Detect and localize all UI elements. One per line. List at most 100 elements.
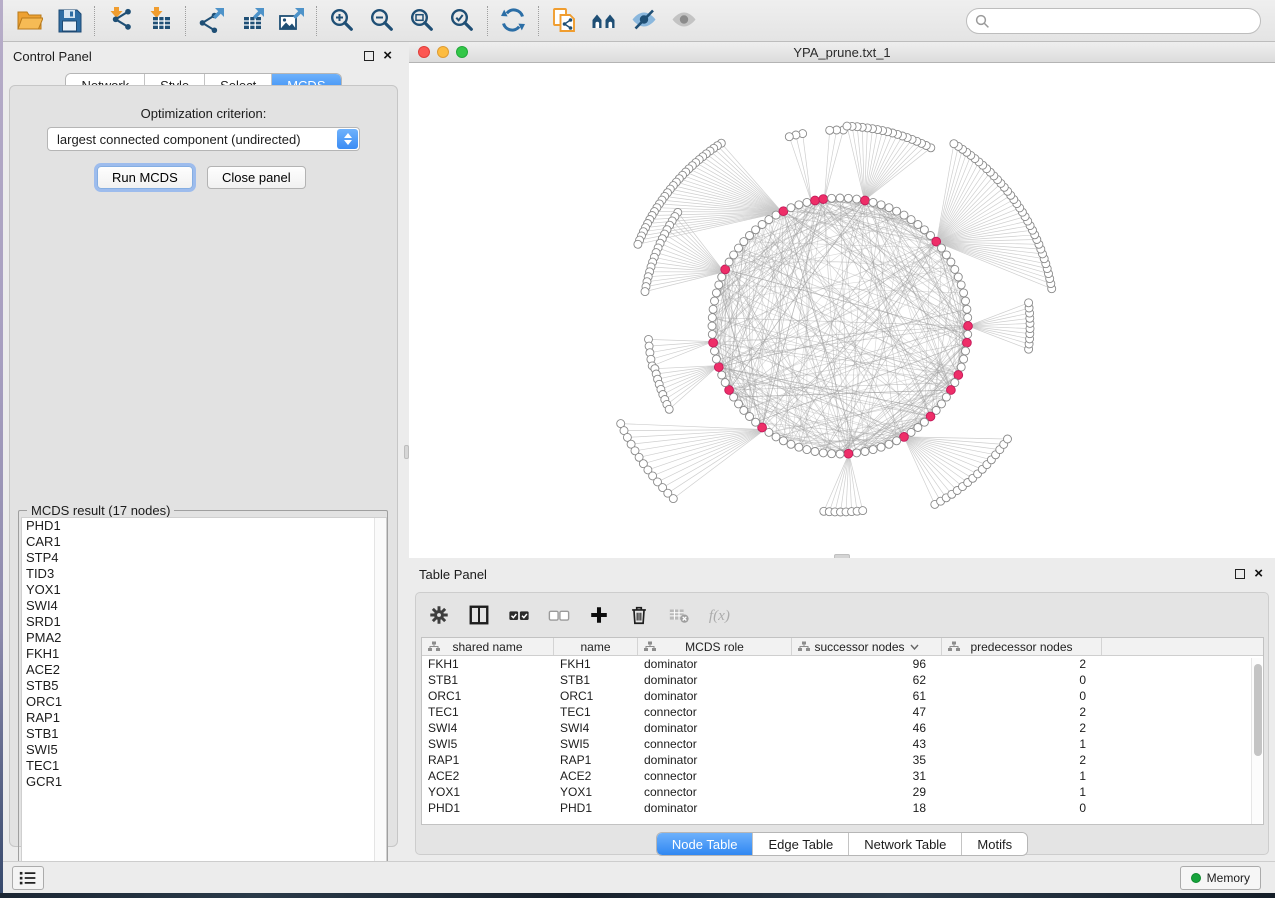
zoom-fit-button[interactable] xyxy=(402,3,442,39)
sort-descending-icon xyxy=(910,644,919,650)
columns-button[interactable] xyxy=(464,601,494,629)
toolbar-separator xyxy=(94,6,95,36)
delete-row-trash-icon xyxy=(628,604,650,626)
network-node xyxy=(709,305,717,313)
table-row[interactable]: STB1STB1dominator620 xyxy=(422,672,1263,688)
mcds-result-item[interactable]: SRD1 xyxy=(22,614,386,630)
mcds-result-item[interactable]: FKH1 xyxy=(22,646,386,662)
add-row-plus-button[interactable] xyxy=(584,601,614,629)
column-label: MCDS role xyxy=(685,640,744,654)
export-network-button[interactable] xyxy=(191,3,231,39)
select-all-checkboxes-button[interactable] xyxy=(504,601,534,629)
column-header-shared-name[interactable]: shared name xyxy=(422,638,554,655)
table-row[interactable]: FKH1FKH1dominator962 xyxy=(422,656,1263,672)
close-panel-button[interactable]: Close panel xyxy=(207,166,306,189)
show-all-eye-icon xyxy=(671,7,698,34)
network-node xyxy=(947,258,955,266)
network-node xyxy=(962,297,970,305)
mcds-result-item[interactable]: TID3 xyxy=(22,566,386,582)
cell-predecessor-nodes: 0 xyxy=(942,672,1102,688)
mcds-list-scrollbar[interactable] xyxy=(374,518,386,879)
table-scrollbar-thumb[interactable] xyxy=(1254,664,1262,756)
export-image-button[interactable] xyxy=(271,3,311,39)
float-window-icon[interactable] xyxy=(1235,569,1245,579)
import-network-button[interactable] xyxy=(100,3,140,39)
table-row[interactable]: SWI5SWI5connector431 xyxy=(422,736,1263,752)
table-header-row: shared namename MCDS role successor nodesp… xyxy=(422,638,1263,656)
mcds-result-item[interactable]: YOX1 xyxy=(22,582,386,598)
mcds-result-item[interactable]: SWI5 xyxy=(22,742,386,758)
column-header-predecessor-nodes[interactable]: predecessor nodes xyxy=(942,638,1102,655)
network-node xyxy=(708,322,716,330)
open-folder-button[interactable] xyxy=(9,3,49,39)
task-history-button[interactable] xyxy=(12,866,44,890)
mcds-result-item[interactable]: SWI4 xyxy=(22,598,386,614)
optimization-criterion-select[interactable]: largest connected component (undirected) xyxy=(47,127,360,151)
zoom-out-button[interactable] xyxy=(362,3,402,39)
table-row[interactable]: YOX1YOX1connector291 xyxy=(422,784,1263,800)
zoom-selected-button[interactable] xyxy=(442,3,482,39)
mcds-result-item[interactable]: PMA2 xyxy=(22,630,386,646)
mcds-result-item[interactable]: STB1 xyxy=(22,726,386,742)
network-node xyxy=(730,251,738,259)
tab-edge-table[interactable]: Edge Table xyxy=(753,833,849,855)
search-input[interactable] xyxy=(966,8,1261,34)
clear-selection-checkboxes-button[interactable] xyxy=(544,601,574,629)
gear-button[interactable] xyxy=(424,601,454,629)
memory-button[interactable]: Memory xyxy=(1180,866,1261,890)
column-header-MCDS-role[interactable]: MCDS role xyxy=(638,638,792,655)
network-node xyxy=(861,448,869,456)
table-panel: Table Panel × f(x) shared namenameMCDS r… xyxy=(409,558,1275,861)
network-node xyxy=(836,194,844,202)
mcds-result-group-title: MCDS result (17 nodes) xyxy=(27,503,174,518)
mcds-result-item[interactable]: STB5 xyxy=(22,678,386,694)
run-mcds-button[interactable]: Run MCDS xyxy=(97,166,193,189)
mcds-result-item[interactable]: TEC1 xyxy=(22,758,386,774)
save-button[interactable] xyxy=(49,3,89,39)
mcds-result-item[interactable]: PHD1 xyxy=(22,518,386,534)
duplicate-network-button[interactable] xyxy=(544,3,584,39)
network-node xyxy=(758,221,766,229)
float-window-icon[interactable] xyxy=(364,51,374,61)
show-all-eye-button[interactable] xyxy=(664,3,704,39)
binoculars-button[interactable] xyxy=(584,3,624,39)
zoom-in-button[interactable] xyxy=(322,3,362,39)
network-node xyxy=(765,216,773,224)
table-row[interactable]: SWI4SWI4dominator462 xyxy=(422,720,1263,736)
mcds-result-item[interactable]: ACE2 xyxy=(22,662,386,678)
cell-predecessor-nodes: 0 xyxy=(942,800,1102,816)
tab-network-table[interactable]: Network Table xyxy=(849,833,962,855)
network-node xyxy=(964,314,972,322)
column-header-name[interactable]: name xyxy=(554,638,638,655)
mcds-result-item[interactable]: RAP1 xyxy=(22,710,386,726)
network-node xyxy=(708,330,716,338)
cell-name: FKH1 xyxy=(554,656,638,672)
export-table-button[interactable] xyxy=(231,3,271,39)
close-panel-icon[interactable]: × xyxy=(1254,569,1263,579)
table-row[interactable]: RAP1RAP1dominator352 xyxy=(422,752,1263,768)
table-scrollbar[interactable] xyxy=(1251,658,1262,824)
network-node xyxy=(957,363,965,371)
mcds-result-item[interactable]: STP4 xyxy=(22,550,386,566)
table-row[interactable]: ORC1ORC1dominator610 xyxy=(422,688,1263,704)
table-row[interactable]: ACE2ACE2connector311 xyxy=(422,768,1263,784)
network-node xyxy=(718,371,726,379)
mcds-result-item[interactable]: ORC1 xyxy=(22,694,386,710)
close-panel-icon[interactable]: × xyxy=(383,51,392,61)
refresh-button[interactable] xyxy=(493,3,533,39)
table-row[interactable]: PHD1PHD1dominator180 xyxy=(422,800,1263,816)
mcds-result-item[interactable]: GCR1 xyxy=(22,774,386,790)
delete-row-trash-button[interactable] xyxy=(624,601,654,629)
export-table-icon xyxy=(238,7,265,34)
network-canvas[interactable] xyxy=(409,63,1275,558)
table-row[interactable]: TEC1TEC1connector472 xyxy=(422,704,1263,720)
column-header-successor-nodes[interactable]: successor nodes xyxy=(792,638,942,655)
hide-selected-eye-button[interactable] xyxy=(624,3,664,39)
tab-motifs[interactable]: Motifs xyxy=(962,833,1027,855)
refresh-icon xyxy=(500,7,527,34)
network-node xyxy=(779,437,787,445)
mcds-result-item[interactable]: CAR1 xyxy=(22,534,386,550)
import-table-button[interactable] xyxy=(140,3,180,39)
tab-node-table[interactable]: Node Table xyxy=(657,833,754,855)
mcds-hub-node xyxy=(963,338,972,347)
